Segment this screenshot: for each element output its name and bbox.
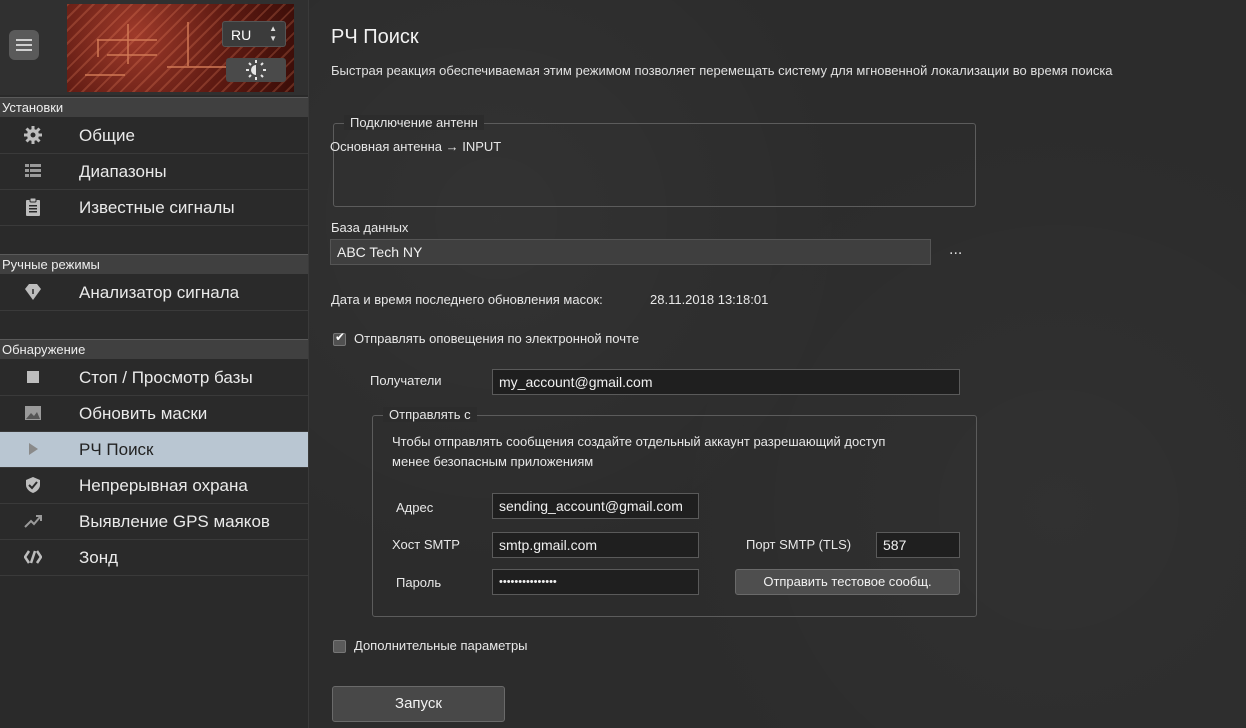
smtp-host-input[interactable]: smtp.gmail.com: [492, 532, 699, 558]
nav-item-stop-view-db[interactable]: Стоп / Просмотр базы: [0, 360, 308, 396]
checkmark-icon: ✔: [335, 330, 346, 344]
sidebar: RU ▲ ▼ Установки Общие Диапазоны Известн…: [0, 0, 309, 728]
recipients-label: Получатели: [370, 373, 442, 388]
password-label: Пароль: [396, 575, 442, 590]
section-settings: Установки: [0, 97, 308, 117]
nav-item-label: Анализатор сигнала: [79, 283, 240, 302]
page-title: РЧ Поиск: [331, 26, 419, 48]
antenna-legend: Подключение антенн: [344, 115, 484, 130]
nav-item-label: Стоп / Просмотр базы: [79, 368, 253, 387]
extra-params-label: Дополнительные параметры: [354, 638, 528, 653]
shield-check-icon: [26, 477, 40, 493]
brightness-icon: [246, 60, 266, 80]
code-icon: [24, 550, 42, 564]
address-label: Адрес: [396, 500, 434, 515]
send-from-groupbox: Отправлять с Чтобы отправлять сообщения …: [372, 407, 977, 617]
database-select[interactable]: ABC Tech NY: [330, 239, 931, 265]
play-icon: [29, 443, 38, 455]
language-select[interactable]: RU ▲ ▼: [222, 21, 286, 47]
email-notify-label: Отправлять оповещения по электронной поч…: [354, 331, 640, 346]
address-input[interactable]: sending_account@gmail.com: [492, 493, 699, 519]
nav-item-label: Обновить маски: [79, 404, 208, 423]
send-from-legend: Отправлять с: [383, 407, 477, 422]
section-detection: Обнаружение: [0, 339, 308, 359]
password-input[interactable]: •••••••••••••••: [492, 569, 699, 595]
nav-item-known-signals[interactable]: Известные сигналы: [0, 190, 308, 226]
clipboard-icon: [26, 198, 40, 216]
diamond-icon: [25, 284, 41, 300]
page-description: Быстрая реакция обеспечиваемая этим режи…: [331, 63, 1113, 78]
nav-item-update-masks[interactable]: Обновить маски: [0, 396, 308, 432]
stop-icon: [27, 371, 39, 383]
language-select-value: RU: [231, 27, 252, 43]
nav-item-label: РЧ Поиск: [79, 440, 154, 459]
up-down-arrows-icon: ▲ ▼: [269, 24, 277, 43]
smtp-host-label: Хост SMTP: [392, 537, 460, 552]
antenna-connection-text: Основная антенна → INPUT: [330, 139, 502, 154]
extra-params-checkbox[interactable]: [333, 640, 346, 653]
send-test-message-button[interactable]: Отправить тестовое сообщ.: [735, 569, 960, 595]
nav-item-rf-search[interactable]: РЧ Поиск: [0, 432, 308, 468]
nav-item-signal-analyzer[interactable]: Анализатор сигнала: [0, 275, 308, 311]
nav-item-probe[interactable]: Зонд: [0, 540, 308, 576]
send-from-note-line1: Чтобы отправлять сообщения создайте отде…: [392, 434, 886, 449]
hamburger-menu-icon[interactable]: [9, 30, 39, 60]
nav-item-ranges[interactable]: Диапазоны: [0, 154, 308, 190]
list-icon: [25, 164, 41, 177]
brightness-toggle-button[interactable]: [226, 58, 286, 82]
section-manual-modes: Ручные режимы: [0, 254, 308, 274]
image-icon: [25, 406, 41, 420]
recipients-input[interactable]: my_account@gmail.com: [492, 369, 960, 395]
nav-item-label: Диапазоны: [79, 162, 167, 181]
antenna-groupbox: Подключение антенн Основная антенна → IN…: [330, 115, 976, 207]
nav-item-label: Зонд: [79, 548, 119, 567]
nav-item-label: Общие: [79, 126, 135, 145]
gear-icon: [24, 126, 42, 144]
nav-item-label: Непрерывная охрана: [79, 476, 248, 495]
sidebar-header: RU ▲ ▼: [0, 0, 308, 95]
last-update-value: 28.11.2018 13:18:01: [650, 292, 769, 307]
nav-item-gps-beacons[interactable]: Выявление GPS маяков: [0, 504, 308, 540]
nav-item-label: Выявление GPS маяков: [79, 512, 270, 531]
nav-item-continuous-guard[interactable]: Непрерывная охрана: [0, 468, 308, 504]
smtp-port-input[interactable]: 587: [876, 532, 960, 558]
trend-icon: [24, 515, 42, 528]
nav-item-general[interactable]: Общие: [0, 118, 308, 154]
start-button[interactable]: Запуск: [332, 686, 505, 722]
smtp-port-label: Порт SMTP (TLS): [746, 537, 852, 552]
email-notify-checkbox[interactable]: ✔: [333, 330, 346, 346]
nav-item-label: Известные сигналы: [79, 198, 235, 217]
last-update-label: Дата и время последнего обновления масок…: [331, 292, 603, 307]
send-from-note-line2: менее безопасным приложениям: [392, 454, 594, 469]
database-browse-button[interactable]: ...: [949, 241, 962, 259]
database-label: База данных: [331, 220, 409, 235]
main-panel: РЧ Поиск Быстрая реакция обеспечиваемая …: [309, 0, 1246, 728]
